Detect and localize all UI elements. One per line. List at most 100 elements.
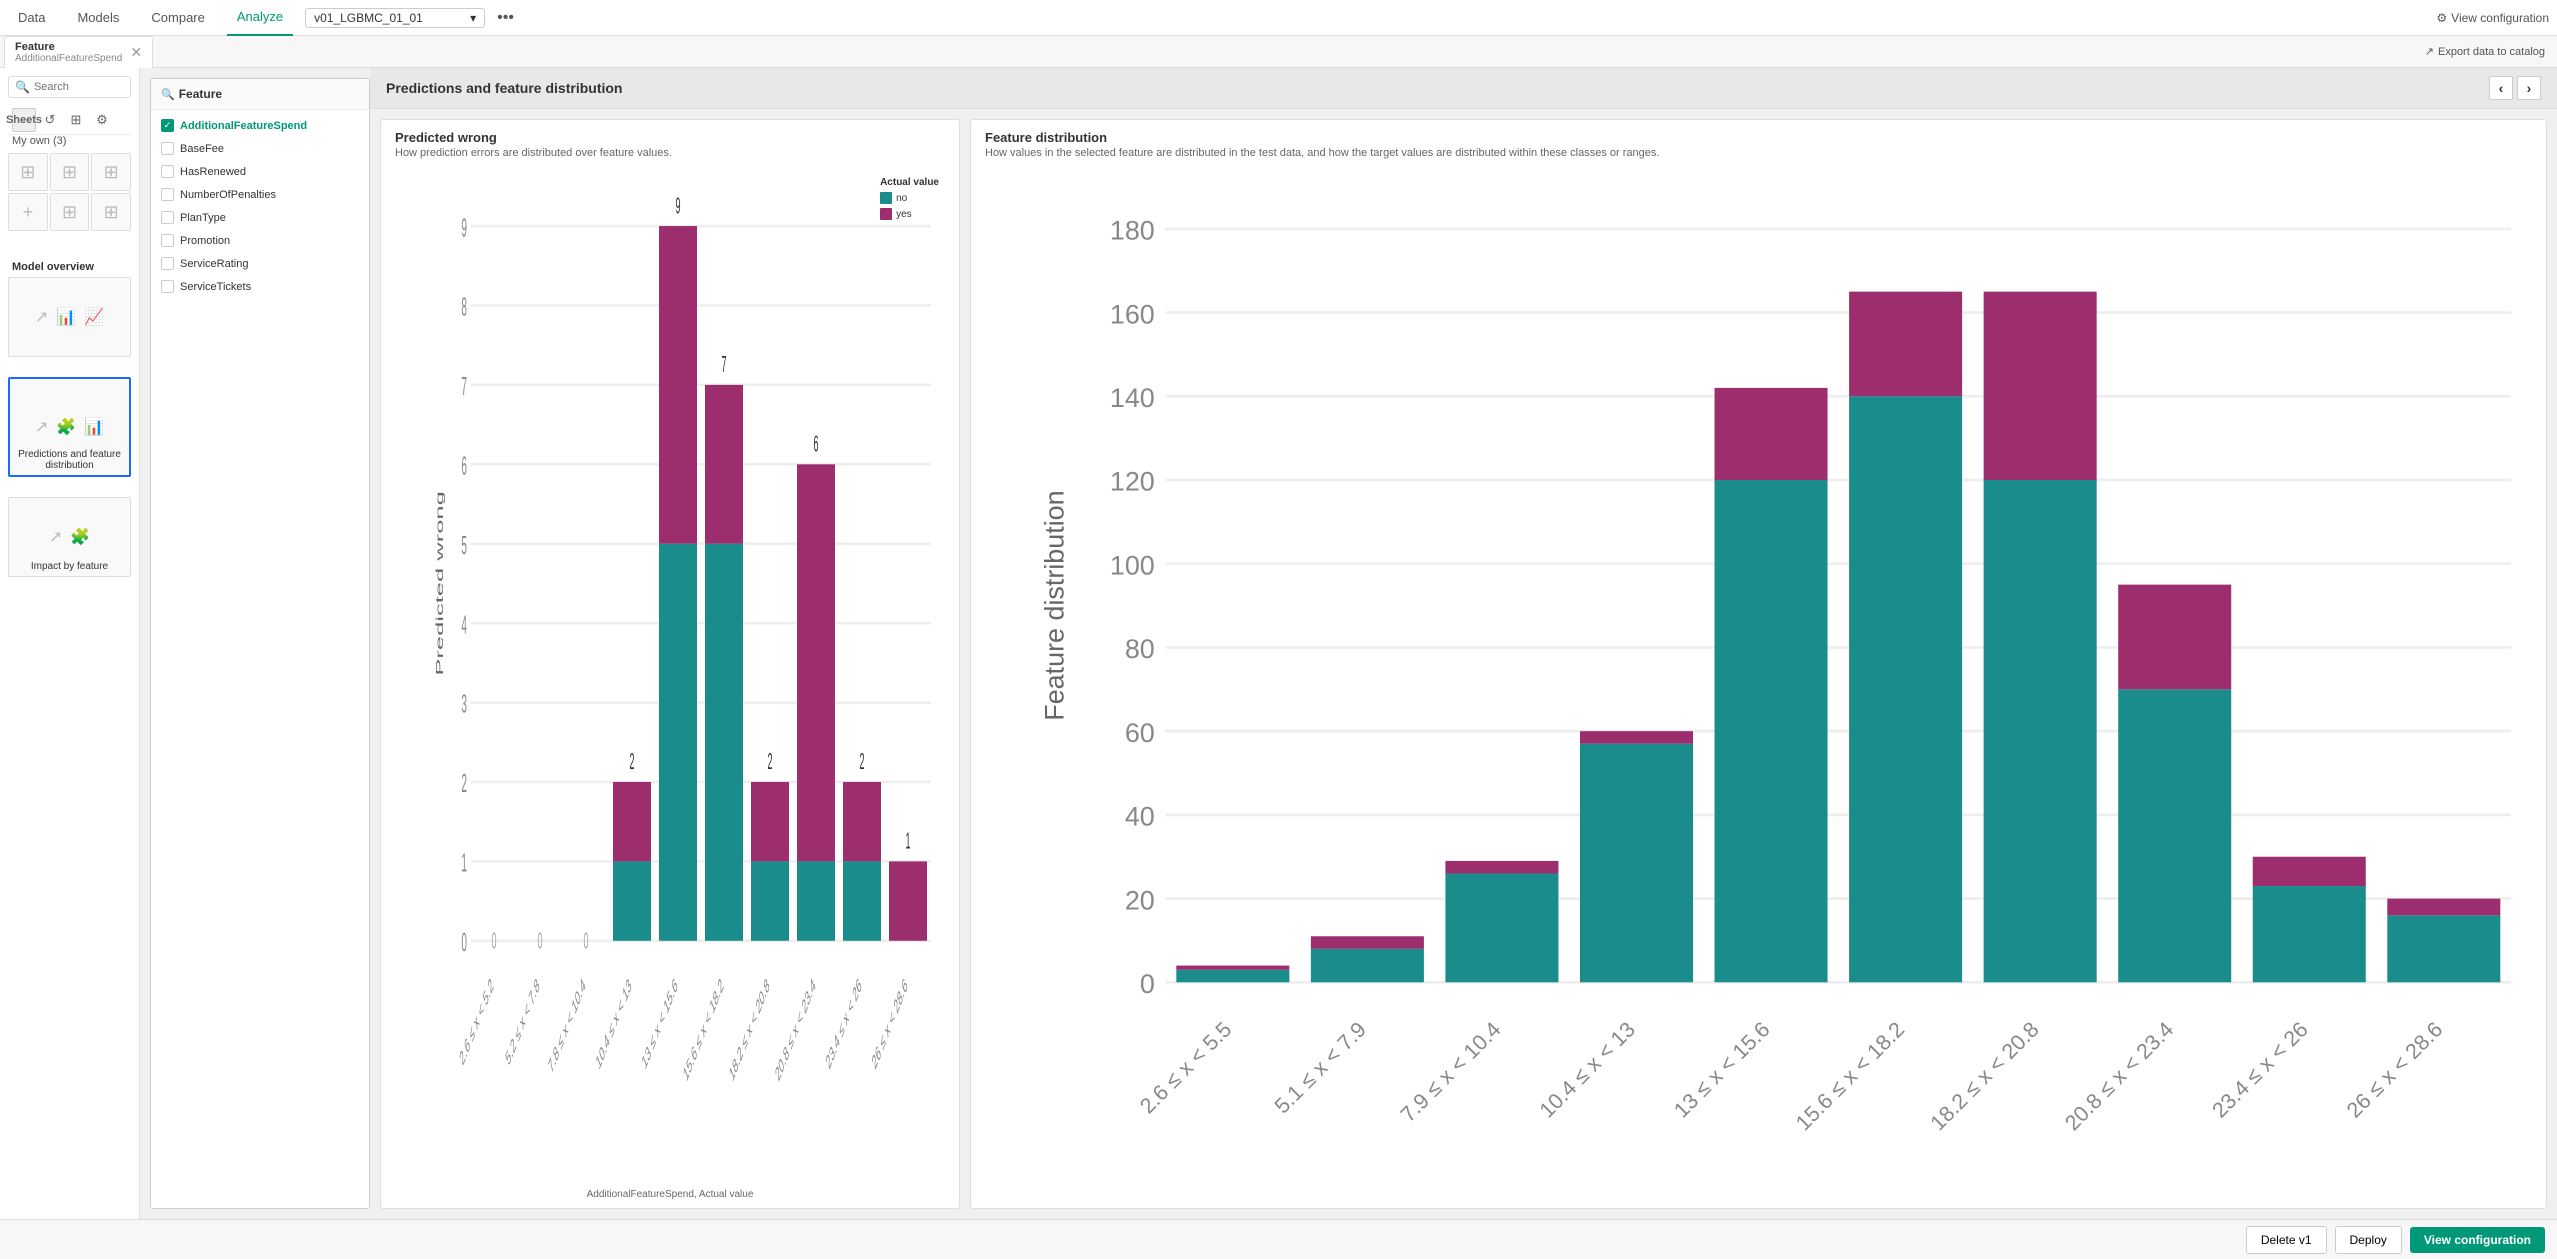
svg-text:2: 2 <box>859 748 864 774</box>
predicted-wrong-panel: Predicted wrong How prediction errors ar… <box>380 119 960 1209</box>
sheet-card-4[interactable]: + <box>8 193 48 231</box>
svg-text:10.4 ≤ x < 13: 10.4 ≤ x < 13 <box>594 975 633 1075</box>
svg-text:6: 6 <box>461 452 467 481</box>
predictions-icons: ↗ 🧩 📊 <box>35 417 104 437</box>
arrow-icon: ↗ <box>35 307 48 327</box>
feature-item[interactable]: PlanType <box>151 206 369 229</box>
svg-text:3: 3 <box>461 690 467 719</box>
bottom-bar: Delete v1 Deploy View configuration <box>0 1219 2557 1259</box>
bar-chart2-icon: 📈 <box>84 307 104 327</box>
legend-dot-yes <box>880 208 892 220</box>
next-arrow[interactable]: › <box>2517 76 2541 100</box>
main-layout: 🔍 Sheets ↺ ⊞ ⚙ My own (3) ⊞ ⊞ ⊞ + ⊞ ⊞ Mo… <box>0 68 2557 1219</box>
svg-text:20.8 ≤ x < 23.4: 20.8 ≤ x < 23.4 <box>774 974 818 1086</box>
svg-text:13 ≤ x < 15.6: 13 ≤ x < 15.6 <box>1669 1017 1774 1122</box>
feature-name: Promotion <box>180 235 230 247</box>
svg-text:7.9 ≤ x < 10.4: 7.9 ≤ x < 10.4 <box>1396 1017 1506 1127</box>
feature-name: AdditionalFeatureSpend <box>180 120 307 132</box>
svg-text:23.4 ≤ x < 26: 23.4 ≤ x < 26 <box>2208 1017 2313 1122</box>
nav-compare[interactable]: Compare <box>141 0 214 36</box>
feature-dist-chart: 020406080100120140160180Feature distribu… <box>1031 175 2538 1198</box>
feature-item[interactable]: Promotion <box>151 229 369 252</box>
search-box[interactable]: 🔍 <box>8 76 131 98</box>
svg-text:Predicted wrong: Predicted wrong <box>434 491 445 675</box>
svg-text:7: 7 <box>461 373 467 402</box>
feature-dist-body: 020406080100120140160180Feature distribu… <box>971 167 2546 1209</box>
sheet-card-6[interactable]: ⊞ <box>91 193 131 231</box>
svg-text:1: 1 <box>905 828 910 854</box>
prev-arrow[interactable]: ‹ <box>2489 76 2513 100</box>
svg-text:1: 1 <box>461 849 467 878</box>
more-options-icon[interactable]: ••• <box>497 9 514 27</box>
svg-text:60: 60 <box>1125 718 1155 748</box>
impact-feature-card[interactable]: ↗ 🧩 Impact by feature <box>8 497 131 577</box>
svg-text:180: 180 <box>1110 216 1155 246</box>
feature-checkbox[interactable] <box>161 211 174 224</box>
model-selector-value: v01_LGBMC_01_01 <box>314 11 423 25</box>
sidebar: 🔍 Sheets ↺ ⊞ ⚙ My own (3) ⊞ ⊞ ⊞ + ⊞ ⊞ Mo… <box>0 68 140 1219</box>
feature-header-label: Feature <box>179 87 222 101</box>
sheet-card-2[interactable]: ⊞ <box>50 153 90 191</box>
feature-panel: 🔍 Feature AdditionalFeatureSpendBaseFeeH… <box>150 78 370 1209</box>
feature-checkbox[interactable] <box>161 257 174 270</box>
predictions-card-label: Predictions and feature distribution <box>14 449 125 471</box>
feature-item[interactable]: NumberOfPenalties <box>151 183 369 206</box>
svg-text:5: 5 <box>461 532 467 561</box>
feature-checkbox[interactable] <box>161 280 174 293</box>
svg-text:8: 8 <box>461 293 467 322</box>
content-header: Predictions and feature distribution ‹ › <box>370 68 2557 109</box>
legend-item-no: no <box>880 192 939 204</box>
search-input[interactable] <box>34 81 124 93</box>
feature-item[interactable]: ServiceRating <box>151 252 369 275</box>
svg-text:9: 9 <box>461 214 467 243</box>
view-config-button[interactable]: View configuration <box>2410 1227 2545 1253</box>
feature-checkbox[interactable] <box>161 188 174 201</box>
feature-item[interactable]: BaseFee <box>151 137 369 160</box>
delete-button[interactable]: Delete v1 <box>2246 1226 2327 1254</box>
toolbar-refresh-icon[interactable]: ↺ <box>38 108 62 132</box>
tab-feature[interactable]: Feature AdditionalFeatureSpend ✕ <box>4 36 153 68</box>
deploy-button[interactable]: Deploy <box>2335 1226 2402 1254</box>
model-selector[interactable]: v01_LGBMC_01_01 ▾ <box>305 8 485 28</box>
svg-text:0: 0 <box>491 927 496 953</box>
bar-icon: 📊 <box>84 417 104 437</box>
feature-dist-subtitle: How values in the selected feature are d… <box>971 147 2546 167</box>
nav-data[interactable]: Data <box>8 0 55 36</box>
svg-text:18.2 ≤ x < 20.8: 18.2 ≤ x < 20.8 <box>1926 1017 2044 1135</box>
sheets-button[interactable]: Sheets <box>12 108 36 132</box>
toolbar-grid-icon[interactable]: ⊞ <box>64 108 88 132</box>
sheet-card-1[interactable]: ⊞ <box>8 153 48 191</box>
predictions-feature-card[interactable]: ↗ 🧩 📊 Predictions and feature distributi… <box>8 377 131 477</box>
svg-text:0: 0 <box>537 927 542 953</box>
svg-text:7: 7 <box>721 351 726 377</box>
svg-text:0: 0 <box>461 929 467 958</box>
svg-text:26 ≤ x < 28.6: 26 ≤ x < 28.6 <box>870 975 909 1075</box>
feature-name: ServiceTickets <box>180 281 251 293</box>
feature-checkbox[interactable] <box>161 234 174 247</box>
puzzle-icon: 🧩 <box>56 417 76 437</box>
search-icon: 🔍 <box>15 80 30 94</box>
feature-item[interactable]: AdditionalFeatureSpend <box>151 114 369 137</box>
tab-sub-label: AdditionalFeatureSpend <box>15 53 122 64</box>
svg-text:2: 2 <box>767 748 772 774</box>
feature-checkbox[interactable] <box>161 119 174 132</box>
sheet-card-5[interactable]: ⊞ <box>50 193 90 231</box>
tab-close-icon[interactable]: ✕ <box>130 44 142 61</box>
feature-item[interactable]: ServiceTickets <box>151 275 369 298</box>
model-overview-label: Model overview <box>12 261 127 273</box>
svg-text:0: 0 <box>583 927 588 953</box>
view-configuration-button-top[interactable]: ⚙ View configuration <box>2436 11 2549 25</box>
content-area: Predictions and feature distribution ‹ ›… <box>370 68 2557 1219</box>
sheet-card-3[interactable]: ⊞ <box>91 153 131 191</box>
feature-item[interactable]: HasRenewed <box>151 160 369 183</box>
export-button[interactable]: ↗ Export data to catalog <box>2417 45 2553 58</box>
nav-models[interactable]: Models <box>67 0 129 36</box>
feature-checkbox[interactable] <box>161 165 174 178</box>
feature-name: NumberOfPenalties <box>180 189 276 201</box>
nav-analyze[interactable]: Analyze <box>227 0 293 36</box>
model-overview-card[interactable]: ↗ 📊 📈 <box>8 277 131 357</box>
svg-text:20: 20 <box>1125 885 1155 915</box>
feature-checkbox[interactable] <box>161 142 174 155</box>
toolbar-settings-icon[interactable]: ⚙ <box>90 108 114 132</box>
charts-row: Predicted wrong How prediction errors ar… <box>370 109 2557 1219</box>
